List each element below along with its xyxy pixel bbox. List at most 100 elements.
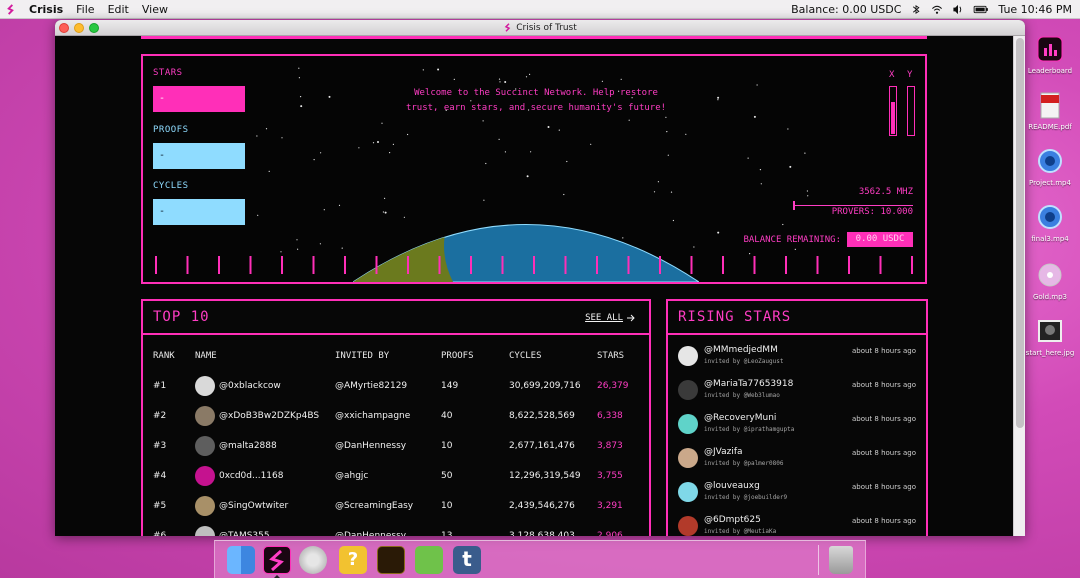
stars-cell: 26,379 bbox=[597, 381, 629, 391]
finder-icon[interactable] bbox=[227, 546, 255, 574]
avatar[interactable] bbox=[195, 496, 215, 516]
list-item[interactable]: @RecoveryMuni invited by @iprathamgupta ab… bbox=[668, 409, 926, 443]
star-dot bbox=[789, 165, 792, 168]
list-item[interactable]: @louveauxg invited by @joebuilder9 about 8… bbox=[668, 477, 926, 511]
table-row[interactable]: #5 @SingOwtwiter @ScreamingEasy 10 2,439,546… bbox=[143, 493, 649, 523]
image-icon[interactable] bbox=[1037, 318, 1063, 346]
rising-name[interactable]: @RecoveryMuni bbox=[704, 413, 776, 423]
menu-clock[interactable]: Tue 10:46 PM bbox=[998, 3, 1072, 16]
avatar[interactable] bbox=[195, 406, 215, 426]
close-window-button[interactable] bbox=[59, 23, 69, 33]
avatar[interactable] bbox=[678, 346, 698, 366]
list-item[interactable]: @JVazifa invited by @palmer0806 about 8 ho… bbox=[668, 443, 926, 477]
top10-divider bbox=[143, 333, 649, 335]
table-row[interactable]: #6 @TAMS355 @DanHennessy 13 3,128,638,403 2,9… bbox=[143, 523, 649, 536]
desktop-icon[interactable]: Leaderboard bbox=[1020, 36, 1080, 75]
battery-icon[interactable] bbox=[973, 4, 989, 15]
invited-by-cell[interactable]: @DanHennessy bbox=[335, 531, 406, 536]
star-dot bbox=[296, 239, 298, 241]
name-cell[interactable]: 0xcd0d...1168 bbox=[219, 471, 283, 481]
name-cell[interactable]: @SingOwtwiter bbox=[219, 501, 288, 511]
menu-view[interactable]: View bbox=[142, 3, 168, 16]
zoom-window-button[interactable] bbox=[89, 23, 99, 33]
star-dot bbox=[666, 131, 668, 133]
desktop-icon[interactable]: final3.mp4 bbox=[1020, 204, 1080, 243]
star-dot bbox=[657, 181, 660, 183]
stars-value: - bbox=[153, 86, 245, 112]
avatar[interactable] bbox=[195, 466, 215, 486]
desktop-icon[interactable]: start_here.jpg bbox=[1020, 318, 1080, 357]
avatar[interactable] bbox=[195, 526, 215, 536]
bluetooth-icon[interactable] bbox=[910, 4, 922, 15]
menu-app-name[interactable]: Crisis bbox=[29, 3, 63, 16]
star-dot bbox=[319, 243, 321, 245]
avatar[interactable] bbox=[678, 380, 698, 400]
leaderboard-icon[interactable] bbox=[1037, 36, 1063, 64]
rising-invited-by: invited by @palmer0806 bbox=[704, 460, 784, 467]
pdf-icon[interactable] bbox=[1037, 92, 1063, 120]
wifi-icon[interactable] bbox=[931, 4, 943, 15]
rising-name[interactable]: @JVazifa bbox=[704, 447, 743, 457]
invited-by-cell[interactable]: @ScreamingEasy bbox=[335, 501, 413, 511]
name-cell[interactable]: @malta2888 bbox=[219, 441, 277, 451]
desktop-icon[interactable]: Gold.mp3 bbox=[1020, 262, 1080, 301]
rising-name[interactable]: @MariaTa77653918 bbox=[704, 379, 793, 389]
star-dot bbox=[530, 151, 532, 153]
star-dot bbox=[653, 191, 656, 193]
desktop-icon[interactable]: README.pdf bbox=[1020, 92, 1080, 131]
terminal-icon[interactable] bbox=[377, 546, 405, 574]
volume-icon[interactable] bbox=[952, 4, 964, 15]
menu-file[interactable]: File bbox=[76, 3, 94, 16]
star-dot bbox=[756, 84, 758, 86]
avatar[interactable] bbox=[678, 448, 698, 468]
minimize-window-button[interactable] bbox=[74, 23, 84, 33]
ruler-tick bbox=[596, 256, 598, 274]
window-title: Crisis of Trust bbox=[516, 22, 577, 33]
help-icon[interactable]: ? bbox=[339, 546, 367, 574]
star-dot bbox=[256, 135, 258, 137]
menu-balance[interactable]: Balance: 0.00 USDC bbox=[791, 3, 901, 16]
ruler-tick bbox=[627, 256, 630, 274]
avatar[interactable] bbox=[678, 516, 698, 536]
flappy-bird-icon[interactable] bbox=[415, 546, 443, 574]
desktop-icon[interactable]: Project.mp4 bbox=[1020, 148, 1080, 187]
table-row[interactable]: #2 @xDoB3Bw2DZKp4BS @xxichampagne 40 8,622,5… bbox=[143, 403, 649, 433]
list-item[interactable]: @6Dmpt625 invited by @MeutiaKa about 8 hou… bbox=[668, 511, 926, 536]
quicktime-icon[interactable] bbox=[1037, 148, 1063, 176]
frequency-slider-knob[interactable] bbox=[793, 201, 795, 210]
table-row[interactable]: #4 0xcd0d...1168 @ahgjc 50 12,296,319,549 3,7… bbox=[143, 463, 649, 493]
rising-name[interactable]: @MMmedjedMM bbox=[704, 345, 778, 355]
rising-name[interactable]: @6Dmpt625 bbox=[704, 515, 761, 525]
avatar[interactable] bbox=[678, 482, 698, 502]
star-dot bbox=[323, 209, 325, 211]
name-cell[interactable]: @xDoB3Bw2DZKp4BS bbox=[219, 411, 319, 421]
avatar[interactable] bbox=[195, 436, 215, 456]
menu-edit[interactable]: Edit bbox=[108, 3, 129, 16]
see-all-link[interactable]: SEE ALL bbox=[585, 313, 635, 323]
list-item[interactable]: @MMmedjedMM invited by @LeoZaugust about 8… bbox=[668, 341, 926, 375]
tumblr-icon[interactable]: t bbox=[453, 546, 481, 574]
list-item[interactable]: @MariaTa77653918 invited by @Web3lumao abo… bbox=[668, 375, 926, 409]
invited-by-cell[interactable]: @AMyrtie82129 bbox=[335, 381, 407, 391]
star-dot bbox=[566, 160, 568, 163]
trash-icon[interactable] bbox=[829, 546, 853, 574]
invited-by-cell[interactable]: @ahgjc bbox=[335, 471, 368, 481]
crisis-logo-icon[interactable] bbox=[5, 3, 16, 15]
invited-by-cell[interactable]: @xxichampagne bbox=[335, 411, 410, 421]
crisis-app-icon[interactable] bbox=[263, 546, 291, 574]
name-cell[interactable]: @TAMS355 bbox=[219, 531, 270, 536]
globe-icon[interactable] bbox=[299, 546, 327, 574]
avatar[interactable] bbox=[195, 376, 215, 396]
invited-by-cell[interactable]: @DanHennessy bbox=[335, 441, 406, 451]
music-cd-icon[interactable] bbox=[1037, 262, 1063, 290]
table-row[interactable]: #3 @malta2888 @DanHennessy 10 2,677,161,476 3… bbox=[143, 433, 649, 463]
rising-name[interactable]: @louveauxg bbox=[704, 481, 760, 491]
proofs-cell: 40 bbox=[441, 411, 453, 421]
name-cell[interactable]: @0xblackcow bbox=[219, 381, 281, 391]
stars-cell: 3,755 bbox=[597, 471, 623, 481]
window-titlebar[interactable]: Crisis of Trust bbox=[55, 20, 1025, 36]
quicktime-icon[interactable] bbox=[1037, 204, 1063, 232]
star-dot bbox=[753, 115, 756, 118]
table-row[interactable]: #1 @0xblackcow @AMyrtie82129 149 30,699,209,… bbox=[143, 373, 649, 403]
avatar[interactable] bbox=[678, 414, 698, 434]
